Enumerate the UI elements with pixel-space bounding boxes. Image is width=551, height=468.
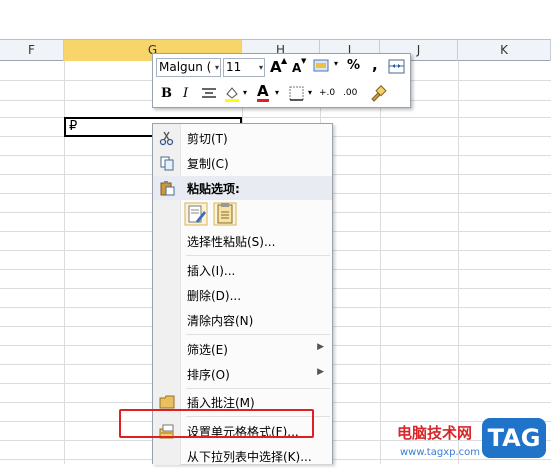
copy-icon — [160, 156, 174, 171]
column-header-f[interactable]: F — [0, 40, 64, 61]
font-name-select[interactable]: Malgun ( ▾ — [156, 58, 221, 77]
watermark-title: 电脑技术网 — [397, 424, 473, 442]
menu-item-label: 选择性粘贴(S)... — [187, 235, 276, 249]
bold-button[interactable]: B — [161, 86, 172, 101]
grow-font-button[interactable]: A — [270, 58, 282, 76]
menu-item-delete[interactable]: 删除(D)... — [153, 283, 332, 307]
align-center-icon[interactable] — [201, 87, 217, 101]
menu-item-clear-contents[interactable]: 清除内容(N) — [153, 308, 332, 332]
chevron-down-icon: ▾ — [258, 63, 263, 72]
percent-button[interactable]: % — [347, 58, 360, 73]
watermark: 电脑技术网 www.tagxp.com TAG — [397, 412, 551, 464]
chevron-down-icon: ▾ — [214, 63, 219, 72]
menu-item-paste-options: 粘贴选项: — [153, 176, 332, 200]
menu-item-filter[interactable]: 筛选(E) ▶ — [153, 337, 332, 361]
chevron-down-icon[interactable]: ▾ — [308, 88, 312, 97]
chevron-down-icon[interactable]: ▾ — [334, 59, 338, 68]
menu-item-cut[interactable]: 剪切(T) — [153, 126, 332, 150]
font-size-value: 11 — [226, 60, 242, 74]
decrease-decimal-button[interactable]: .00 — [343, 88, 357, 98]
comment-icon — [159, 395, 175, 409]
borders-icon[interactable] — [289, 86, 305, 102]
menu-item-paste-special[interactable]: 选择性粘贴(S)... — [153, 229, 332, 253]
shrink-arrow-icon: ▼ — [301, 57, 307, 65]
menu-item-label: 复制(C) — [187, 157, 229, 171]
menu-item-copy[interactable]: 复制(C) — [153, 151, 332, 175]
menu-item-pick-from-list[interactable]: 从下拉列表中选择(K)... — [153, 444, 332, 468]
chevron-down-icon[interactable]: ▾ — [275, 88, 279, 97]
menu-item-label: 删除(D)... — [187, 289, 242, 303]
menu-item-label: 粘贴选项: — [187, 182, 240, 196]
active-cell-value: ₽ — [69, 119, 78, 134]
paste-icon — [160, 181, 175, 196]
column-header-k[interactable]: K — [458, 40, 551, 61]
watermark-url: www.tagxp.com — [400, 447, 480, 458]
menu-item-insert[interactable]: 插入(I)... — [153, 258, 332, 282]
scissors-icon — [159, 131, 174, 146]
chevron-right-icon: ▶ — [317, 342, 324, 352]
watermark-tag-logo: TAG — [482, 418, 546, 458]
font-size-select[interactable]: 11 ▾ — [223, 58, 265, 77]
menu-item-sort[interactable]: 排序(O) ▶ — [153, 362, 332, 386]
menu-item-label: 清除内容(N) — [187, 314, 254, 328]
merge-cells-icon[interactable] — [388, 58, 406, 76]
italic-button[interactable]: I — [183, 86, 188, 101]
format-painter-icon[interactable] — [369, 85, 387, 103]
comma-button[interactable]: , — [372, 56, 378, 74]
menu-item-label: 剪切(T) — [187, 132, 228, 146]
paste-formatting-icon[interactable] — [184, 202, 208, 226]
menu-item-label: 筛选(E) — [187, 343, 228, 357]
annotation-highlight-box — [119, 409, 314, 438]
chevron-down-icon[interactable]: ▾ — [243, 88, 247, 97]
grow-arrow-icon: ▲ — [281, 56, 288, 65]
fill-color-icon[interactable] — [223, 85, 241, 103]
top-band — [0, 0, 551, 39]
menu-item-label: 排序(O) — [187, 368, 230, 382]
shrink-font-button[interactable]: A — [292, 61, 301, 75]
menu-item-label: 插入(I)... — [187, 264, 236, 278]
menu-item-label: 从下拉列表中选择(K)... — [187, 450, 312, 464]
accounting-format-icon[interactable] — [313, 58, 331, 76]
chevron-right-icon: ▶ — [317, 367, 324, 377]
font-name-value: Malgun ( — [159, 60, 212, 74]
font-color-button[interactable]: A — [257, 84, 269, 102]
increase-decimal-button[interactable]: +.0 — [319, 88, 335, 98]
mini-toolbar: Malgun ( ▾ 11 ▾ A ▲ A ▼ ▾ % , B I ▾ A ▾ … — [152, 53, 411, 108]
paste-values-icon[interactable] — [213, 202, 237, 226]
